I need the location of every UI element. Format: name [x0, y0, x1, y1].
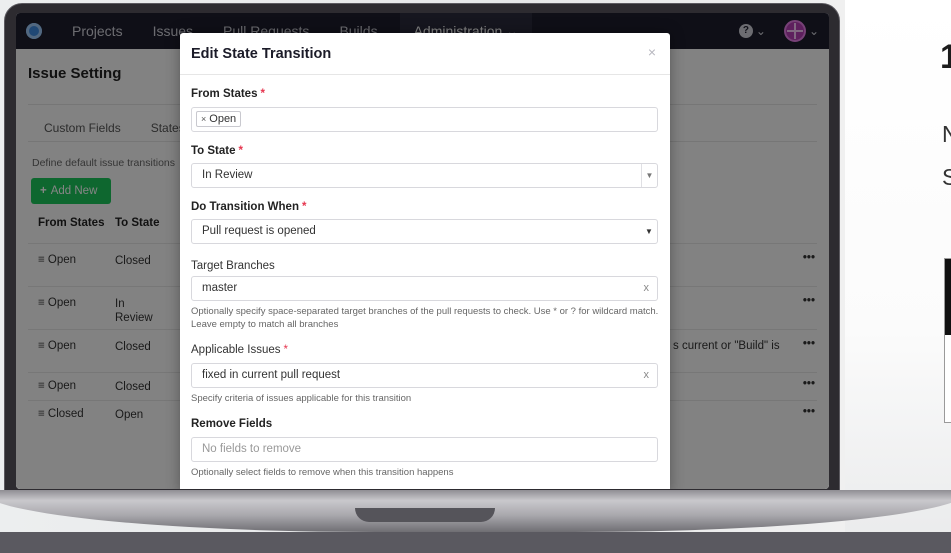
laptop-screen: Projects Issues Pull Requests Builds Adm… — [16, 13, 829, 489]
required-mark: * — [283, 344, 288, 356]
clear-icon[interactable]: x — [644, 364, 650, 387]
applicable-issues-label-text: Applicable Issues — [191, 344, 281, 356]
side-slide-panel — [845, 0, 951, 553]
side-slide-line: S — [942, 164, 951, 190]
transition-when-label-text: Do Transition When — [191, 201, 299, 213]
state-chip-open: × Open — [196, 111, 242, 127]
applicable-issues-label: Applicable Issues * — [191, 344, 288, 356]
to-state-value: In Review — [202, 169, 253, 181]
side-slide-box — [944, 258, 951, 423]
from-states-label: From States * — [191, 88, 265, 100]
to-state-label: To State * — [191, 145, 243, 157]
applicable-issues-input[interactable]: fixed in current pull request x — [191, 363, 658, 388]
required-mark: * — [301, 201, 307, 213]
target-branches-input[interactable]: master x — [191, 276, 658, 301]
required-mark: * — [260, 88, 265, 100]
chip-remove-icon[interactable]: × — [201, 114, 206, 124]
dialog-title: Edit State Transition — [191, 46, 332, 62]
remove-fields-placeholder: No fields to remove — [202, 443, 302, 455]
target-branches-help: Optionally specify space-separated targe… — [191, 306, 659, 330]
side-slide-line: N — [942, 121, 951, 147]
side-slide-heading: 1 — [940, 38, 951, 76]
laptop-notch — [355, 508, 495, 522]
target-branches-label: Target Branches — [191, 260, 275, 272]
edit-state-transition-dialog: Edit State Transition × From States * × Op… — [180, 33, 670, 489]
to-state-select[interactable]: In Review ▼ — [191, 163, 658, 188]
remove-fields-label: Remove Fields — [191, 418, 273, 430]
chip-label: Open — [209, 113, 237, 125]
dialog-header: Edit State Transition × — [180, 33, 670, 75]
applicable-issues-help: Specify criteria of issues applicable fo… — [191, 393, 412, 404]
transition-when-value: Pull request is opened — [202, 225, 316, 237]
from-states-label-text: From States — [191, 88, 258, 100]
floor-strip — [0, 532, 951, 553]
remove-fields-help: Optionally select fields to remove when … — [191, 467, 454, 478]
remove-fields-input[interactable]: No fields to remove — [191, 437, 658, 462]
clear-icon[interactable]: x — [644, 277, 650, 300]
transition-when-label: Do Transition When * — [191, 201, 306, 213]
to-state-label-text: To State — [191, 145, 236, 157]
applicable-issues-value: fixed in current pull request — [202, 369, 341, 381]
required-mark: * — [238, 145, 243, 157]
transition-when-select[interactable]: Pull request is opened ▼ — [191, 219, 658, 244]
close-icon[interactable]: × — [648, 44, 656, 60]
caret-down-icon: ▼ — [645, 227, 653, 236]
side-slide-box-bar — [945, 259, 951, 335]
target-branches-value: master — [202, 282, 238, 294]
caret-down-icon: ▼ — [641, 164, 657, 187]
from-states-input[interactable]: × Open — [191, 107, 658, 132]
